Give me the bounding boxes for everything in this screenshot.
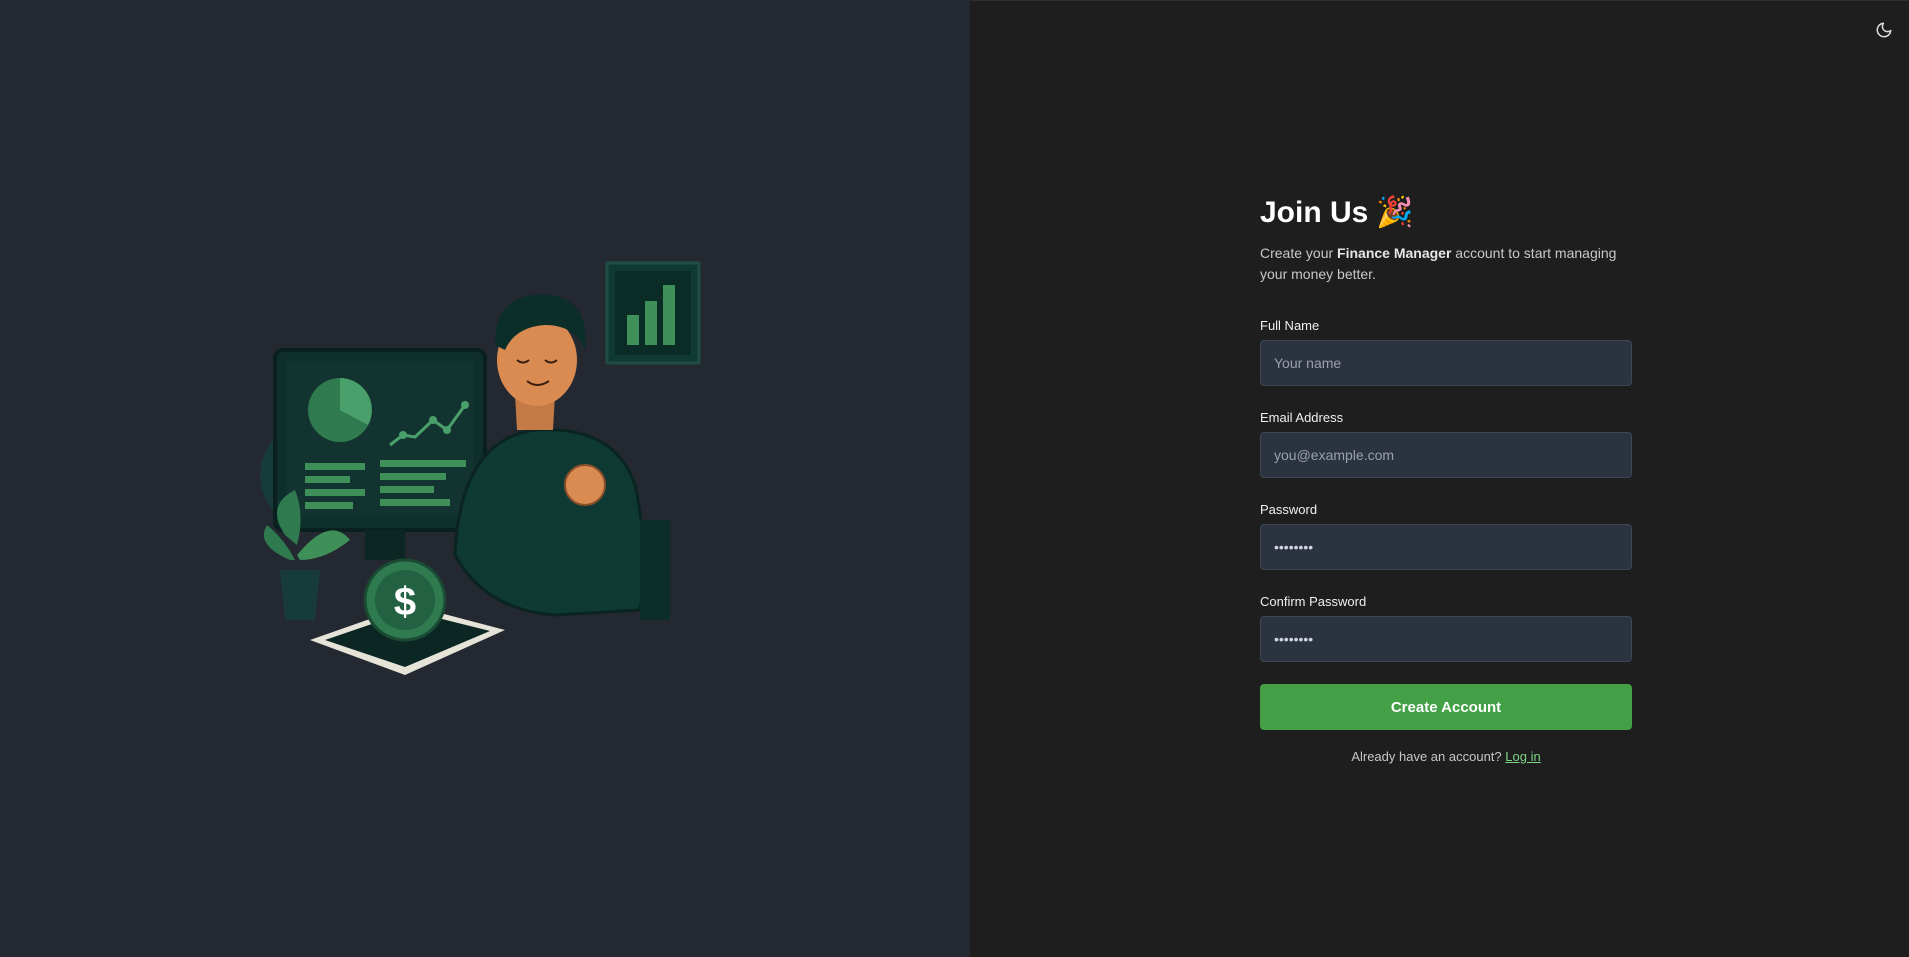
brand-name: Finance Manager (1337, 245, 1452, 261)
email-label: Email Address (1260, 410, 1344, 425)
create-account-button[interactable]: Create Account (1260, 684, 1632, 730)
signup-form: Join Us 🎉 Create your Finance Manager ac… (1260, 191, 1632, 764)
confirm-password-label: Confirm Password (1260, 594, 1367, 609)
login-prompt-text: Already have an account? (1351, 749, 1502, 764)
confirm-password-field-group: Confirm Password (1260, 594, 1632, 662)
full-name-input[interactable] (1260, 340, 1632, 386)
moon-icon[interactable] (1873, 19, 1895, 41)
email-input[interactable] (1260, 432, 1632, 478)
page-title: Join Us 🎉 (1260, 191, 1632, 235)
svg-text:$: $ (394, 580, 416, 624)
signup-panel: Join Us 🎉 Create your Finance Manager ac… (970, 0, 1909, 957)
password-field-group: Password (1260, 502, 1632, 570)
login-link[interactable]: Log in (1505, 749, 1540, 764)
wall-chart-icon (605, 261, 701, 365)
dollar-coin-icon: $ (363, 558, 447, 642)
email-field-group: Email Address (1260, 410, 1632, 478)
monitor-icon (273, 348, 487, 560)
login-prompt: Already have an account? Log in (1260, 749, 1632, 764)
full-name-label: Full Name (1260, 318, 1320, 333)
finance-person-illustration: $ (260, 261, 701, 675)
subtitle-pre: Create your (1260, 245, 1338, 261)
illustration-panel: $ (0, 0, 970, 957)
full-name-field-group: Full Name (1260, 318, 1632, 386)
subtitle: Create your Finance Manager account to s… (1260, 243, 1632, 285)
confirm-password-input[interactable] (1260, 616, 1632, 662)
password-label: Password (1260, 502, 1318, 517)
title-text: Join Us (1260, 196, 1369, 229)
party-icon: 🎉 (1376, 196, 1414, 229)
password-input[interactable] (1260, 524, 1632, 570)
